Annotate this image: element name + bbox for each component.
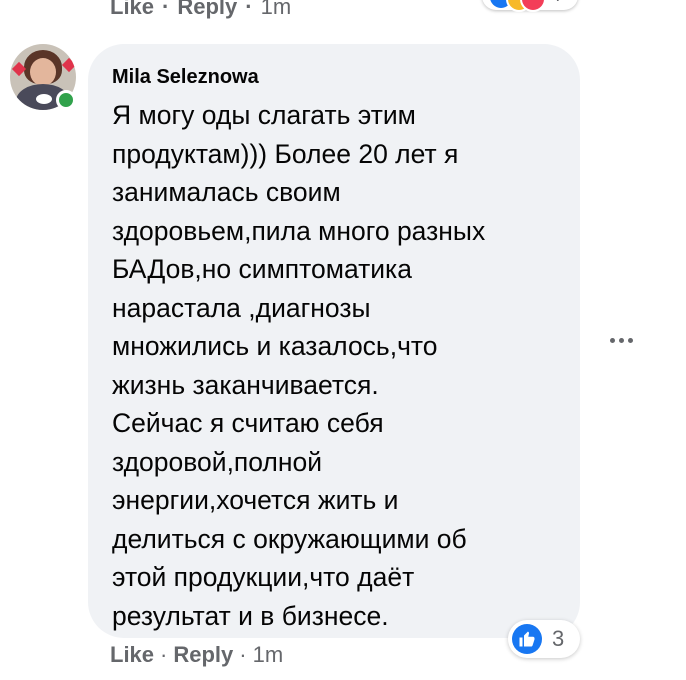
comment-line: нарастала ,диагнозы bbox=[112, 292, 371, 323]
online-status-icon bbox=[56, 90, 76, 110]
previous-like-button[interactable]: Like bbox=[110, 0, 154, 20]
reply-button[interactable]: Reply bbox=[173, 642, 233, 668]
more-options-icon bbox=[609, 337, 615, 343]
previous-comment-actions: Like · Reply · 1m bbox=[110, 0, 291, 20]
comment-line: этой продукции,что даёт bbox=[112, 562, 415, 592]
like-reaction-icon bbox=[512, 624, 542, 654]
comment-reactions[interactable]: 3 bbox=[508, 620, 580, 658]
previous-reaction-count: 4 bbox=[550, 0, 561, 7]
reaction-count: 3 bbox=[552, 626, 565, 651]
separator-dot: · bbox=[162, 0, 170, 19]
comment-text: Я могу оды слагать этим продуктам))) Бол… bbox=[112, 96, 560, 635]
comment-line: занималась своим bbox=[112, 177, 341, 207]
comment-line: здоровой,полной bbox=[112, 446, 323, 477]
separator-dot: · bbox=[160, 642, 168, 667]
heart-icon bbox=[61, 57, 76, 73]
previous-comment-time[interactable]: 1m bbox=[261, 0, 292, 20]
comment-actions: Like · Reply · 1m bbox=[110, 642, 283, 668]
more-options-icon bbox=[618, 337, 624, 343]
separator-dot: · bbox=[239, 642, 247, 667]
more-options-icon bbox=[627, 337, 633, 343]
comment-line: продуктам))) Более 20 лет я bbox=[112, 138, 459, 169]
comment-line: делиться с окружающими об bbox=[112, 523, 467, 554]
comment-bubble: Mila Seleznowa Я могу оды слагать этим п… bbox=[88, 44, 580, 638]
comment-line: БАДов,но симптоматика bbox=[112, 254, 412, 284]
like-button[interactable]: Like bbox=[110, 642, 154, 668]
separator-dot: · bbox=[245, 0, 253, 19]
comment-line: Я могу оды слагать этим bbox=[112, 100, 416, 130]
comment-author-name[interactable]: Mila Seleznowa bbox=[112, 64, 560, 90]
thumbs-up-icon bbox=[519, 631, 535, 647]
comment-line: Сейчас я считаю себя bbox=[112, 408, 384, 438]
comment-line: множились и казалось,что bbox=[112, 331, 438, 361]
previous-comment-reactions[interactable]: 4 bbox=[482, 0, 578, 12]
comment-line: результат и в бизнесе. bbox=[112, 600, 389, 631]
avatar-logo bbox=[36, 94, 52, 104]
avatar-face bbox=[30, 58, 56, 86]
comment-line: жизнь заканчивается. bbox=[112, 369, 379, 400]
commenter-avatar[interactable] bbox=[10, 44, 76, 110]
comment-line: энергии,хочется жить и bbox=[112, 485, 399, 515]
comment-line: здоровьем,пила много разных bbox=[112, 215, 486, 246]
previous-reply-button[interactable]: Reply bbox=[177, 0, 237, 20]
more-options-button[interactable] bbox=[604, 330, 638, 350]
comment-time[interactable]: 1m bbox=[253, 642, 284, 668]
